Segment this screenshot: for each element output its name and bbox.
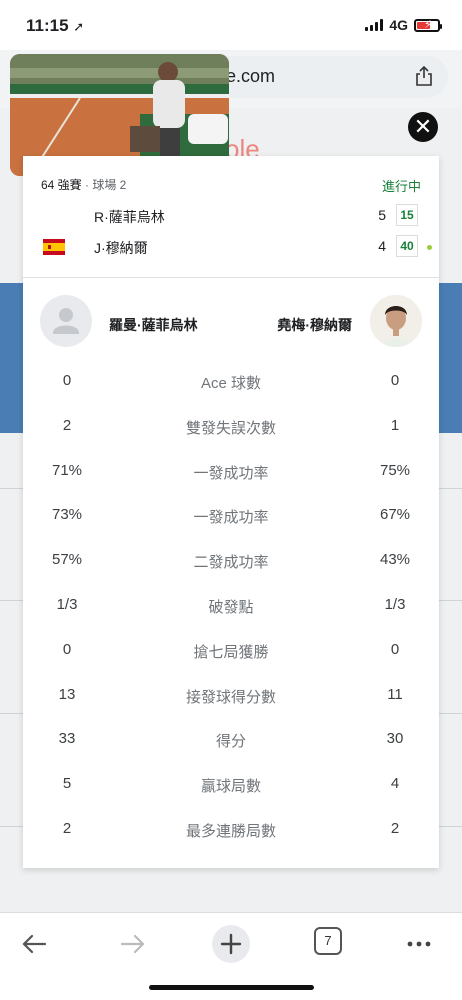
stat-label: 最多連勝局數: [185, 822, 276, 840]
player-right-name: 堯梅·穆納爾: [277, 317, 352, 333]
stat-left-value: 5: [62, 775, 72, 793]
player-score-row: R·薩菲烏林 5 15: [23, 202, 439, 230]
close-icon[interactable]: ✕: [408, 112, 438, 142]
stat-label: 一發成功率: [193, 509, 269, 527]
match-stats-card: 64 強賽 · 球場 2 進行中 R·薩菲烏林 5 15 J·穆納爾 4 40: [23, 156, 439, 868]
person-icon: [53, 308, 79, 334]
stat-label: 破發點: [208, 598, 254, 616]
stat-right-value: 75%: [379, 461, 411, 479]
home-indicator: [149, 985, 314, 990]
stat-right-value: 11: [387, 685, 403, 703]
stat-row: 5 贏球局數 4: [23, 763, 439, 808]
back-arrow-icon[interactable]: [17, 927, 51, 961]
status-bar: 11:15 ➚ 4G ⚡: [0, 0, 462, 50]
screen: 11:15 ➚ 4G ⚡ e.com ole ✕ 64 強賽 · 球場 2 進行…: [0, 0, 462, 1000]
games-score: 4: [378, 238, 386, 254]
stat-label: 接發球得分數: [185, 688, 276, 706]
stat-row: 0 Ace 球數 0: [23, 360, 439, 405]
player-left-name: 羅曼·薩菲烏林: [109, 317, 198, 333]
stat-label: 二發成功率: [193, 554, 269, 572]
url-text: e.com: [226, 66, 276, 86]
battery-icon: ⚡: [414, 18, 442, 32]
points-score: 15: [396, 204, 418, 226]
avatar-placeholder: [40, 295, 92, 347]
points-score: 40: [396, 235, 418, 257]
stat-right-value: 2: [390, 819, 400, 837]
location-icon: ➚: [73, 19, 85, 34]
stat-right-value: 4: [390, 775, 400, 793]
forward-arrow-icon[interactable]: [116, 927, 150, 961]
stat-left-value: 0: [62, 640, 72, 658]
avatar: [370, 295, 422, 347]
stat-label: 一發成功率: [193, 464, 269, 482]
serving-indicator: [427, 245, 432, 250]
stat-row: 71% 一發成功率 75%: [23, 450, 439, 495]
time-text: 11:15: [26, 16, 69, 35]
stat-row: 73% 一發成功率 67%: [23, 494, 439, 539]
score-header: 64 強賽 · 球場 2 進行中 R·薩菲烏林 5 15 J·穆納爾 4 40: [23, 156, 439, 278]
player-name: R·薩菲烏林: [94, 209, 165, 225]
network-label: 4G: [389, 17, 408, 33]
stat-right-value: 1: [390, 416, 400, 434]
stat-left-value: 13: [58, 685, 76, 703]
tab-count-text: 7: [324, 933, 332, 948]
tab-count-button[interactable]: 7: [314, 927, 342, 955]
stat-left-value: 0: [62, 372, 72, 389]
stat-left-value: 33: [58, 730, 76, 748]
stats-table: 0 Ace 球數 0 2 雙發失誤次數 1 71% 一發成功率 75% 73% 一發成功率 67% 57…: [23, 360, 439, 853]
round-text: 64 強賽: [41, 178, 82, 192]
status-right: 4G ⚡: [365, 17, 442, 33]
live-status: 進行中: [381, 179, 421, 194]
player-score-row: J·穆納爾 4 40: [23, 233, 439, 261]
player-photo: [370, 295, 422, 347]
stat-right-value: 1/3: [384, 595, 406, 613]
stat-row: 1/3 破發點 1/3: [23, 584, 439, 629]
more-menu-icon[interactable]: [402, 927, 436, 961]
stat-label: 搶七局獲勝: [193, 643, 269, 661]
players-header: 羅曼·薩菲烏林 堯梅·穆納爾: [23, 278, 439, 350]
stat-left-value: 2: [62, 416, 72, 434]
stat-left-value: 71%: [51, 461, 83, 479]
share-icon[interactable]: [414, 65, 434, 87]
stat-right-value: 30: [386, 730, 404, 748]
spain-flag-icon: [43, 239, 65, 255]
round-label: 64 強賽 · 球場 2: [41, 176, 126, 193]
player-name: J·穆納爾: [94, 240, 148, 256]
stat-label: 贏球局數: [200, 778, 261, 796]
new-tab-plus-icon[interactable]: [212, 925, 250, 963]
stat-right-value: 43%: [379, 551, 411, 569]
stat-right-value: 67%: [379, 506, 411, 524]
stat-row: 57% 二發成功率 43%: [23, 539, 439, 584]
court-text: · 球場 2: [81, 178, 127, 192]
stat-row: 13 接發球得分數 11: [23, 674, 439, 719]
stat-label: 雙發失誤次數: [185, 419, 276, 437]
stat-left-value: 2: [62, 819, 72, 837]
stat-left-value: 57%: [51, 551, 83, 569]
stat-row: 2 雙發失誤次數 1: [23, 405, 439, 450]
scroll-fade: [23, 846, 439, 868]
status-time: 11:15 ➚: [26, 16, 84, 36]
signal-icon: [365, 19, 384, 31]
stat-row: 33 得分 30: [23, 718, 439, 763]
stat-right-value: 0: [390, 640, 400, 658]
stat-left-value: 1/3: [56, 595, 78, 613]
stat-label: 得分: [215, 733, 246, 751]
stat-label: Ace 球數: [200, 375, 261, 392]
stat-left-value: 73%: [51, 506, 83, 524]
stat-right-value: 0: [390, 372, 400, 389]
stat-row: 0 搶七局獲勝 0: [23, 629, 439, 674]
games-score: 5: [378, 207, 386, 223]
